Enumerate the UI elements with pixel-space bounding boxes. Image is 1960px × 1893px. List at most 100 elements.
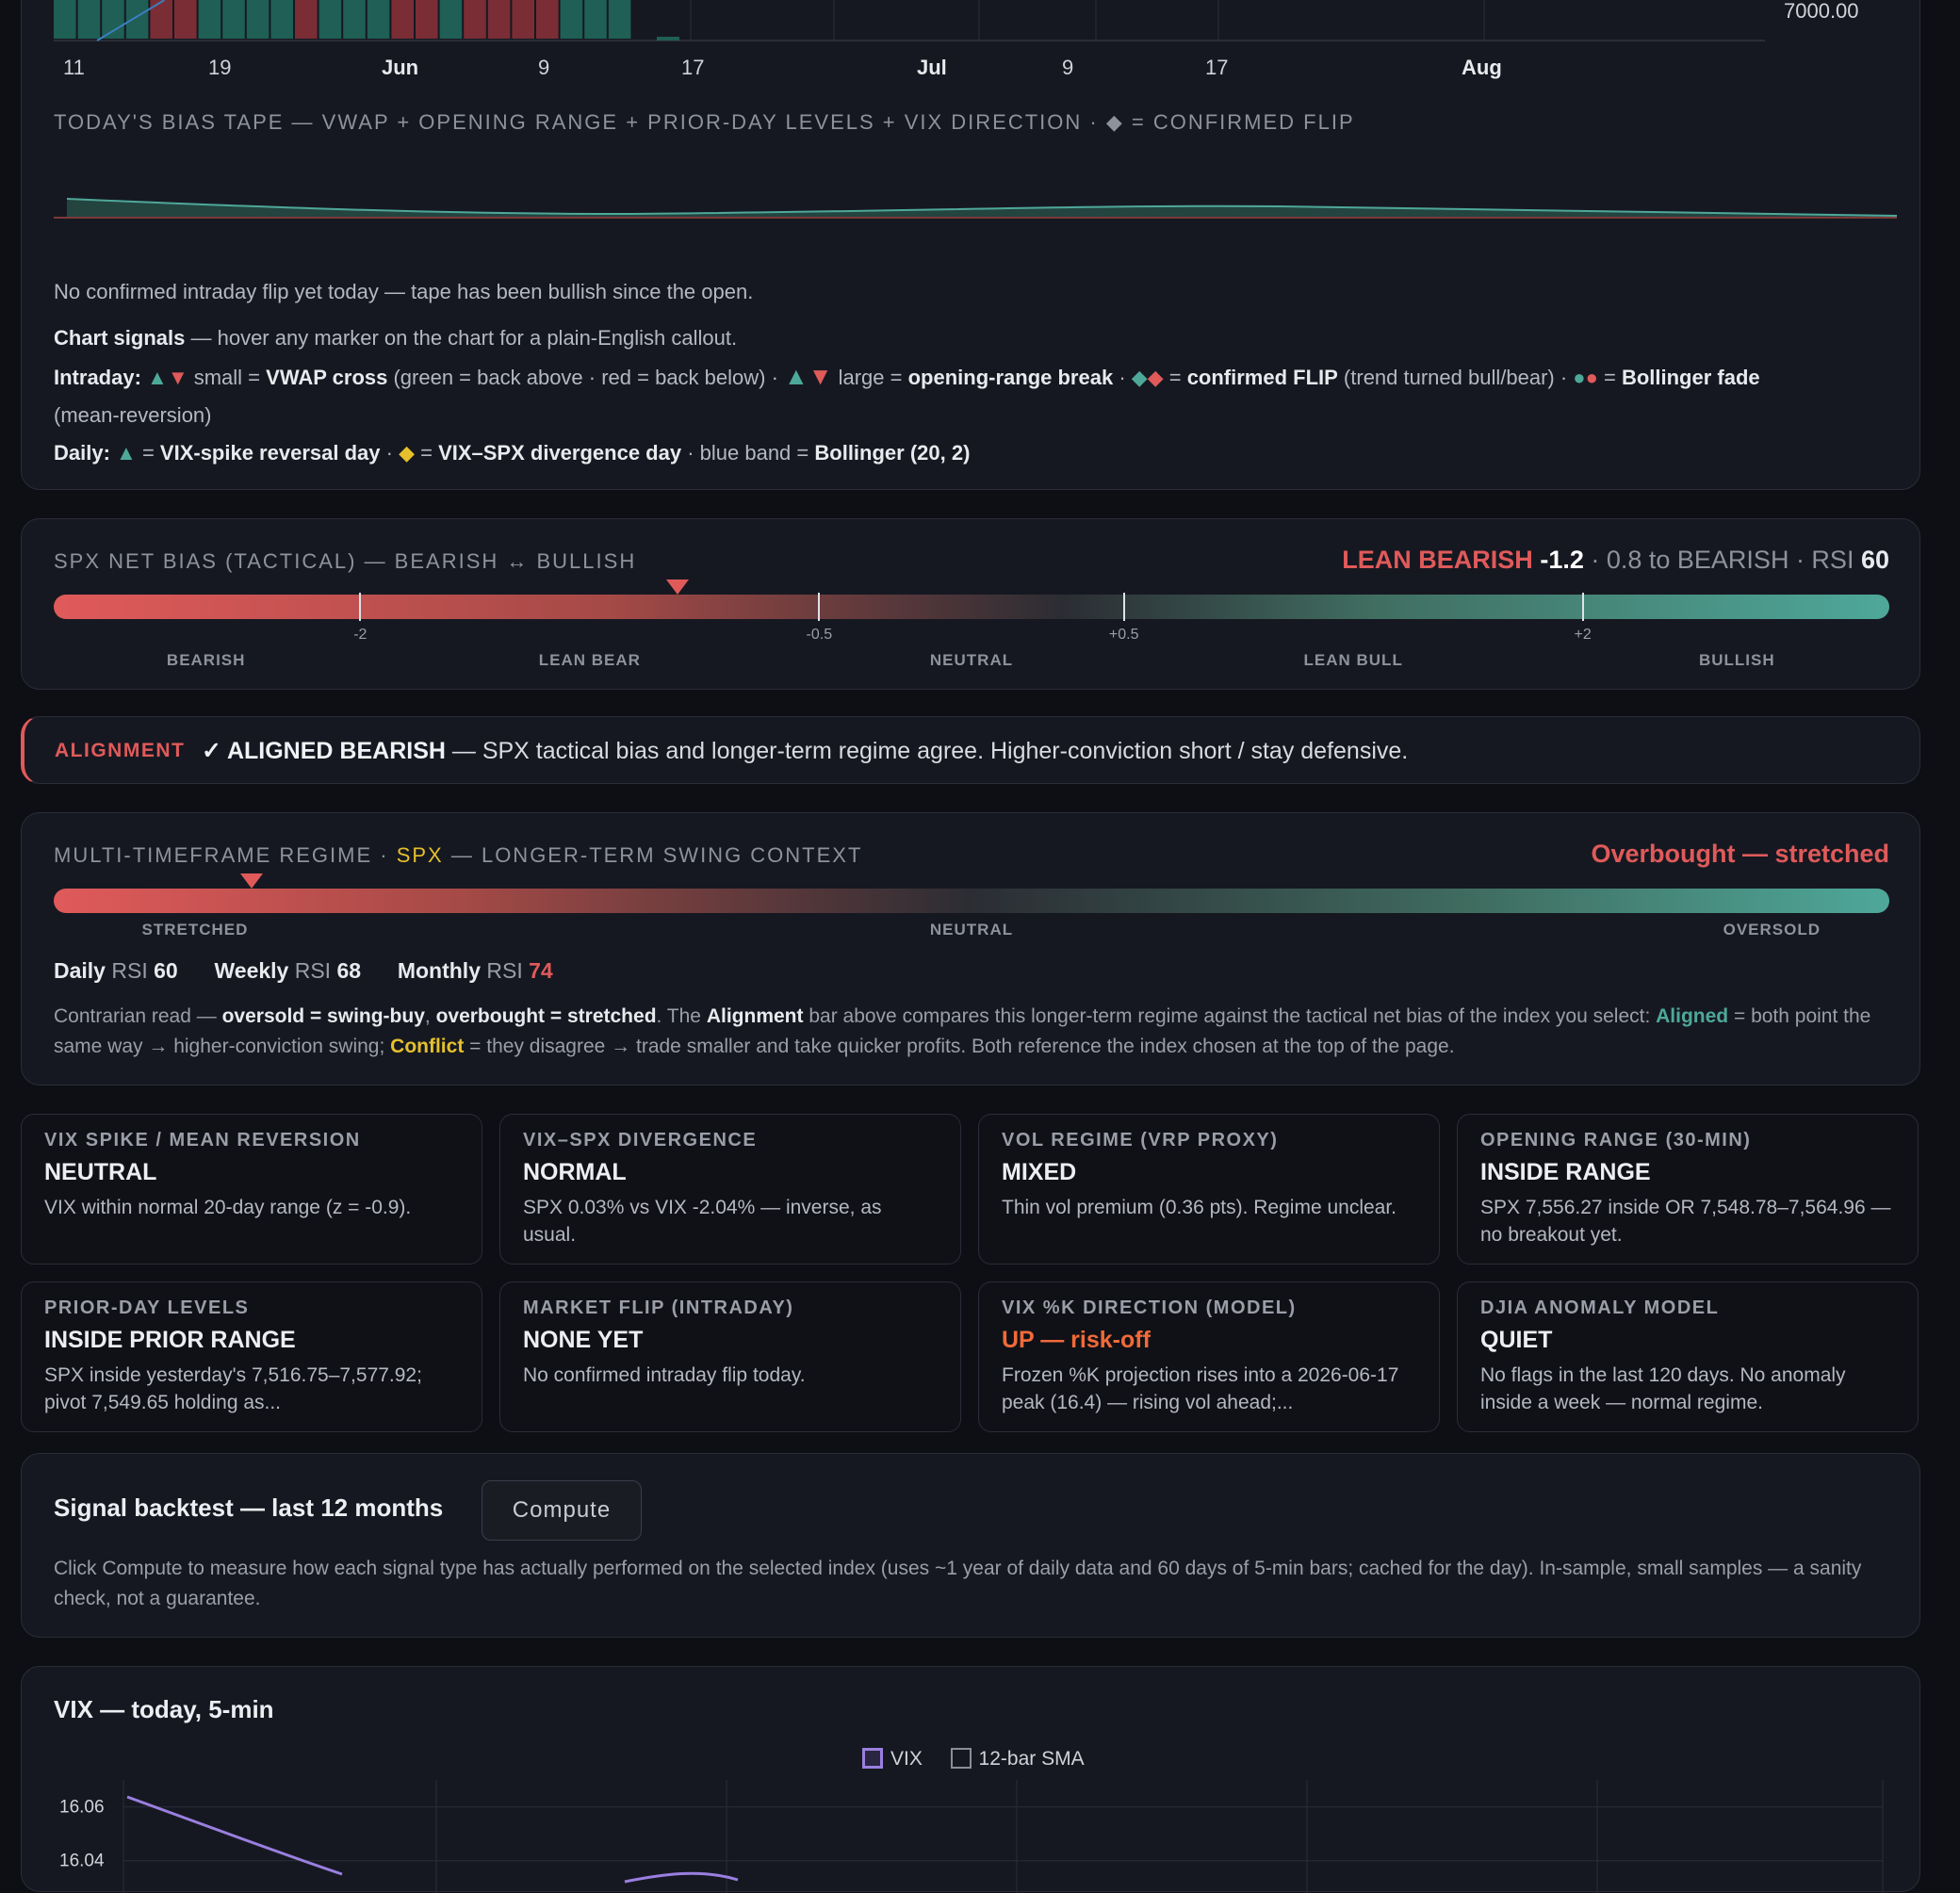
vix-chart-card: VIX — today, 5-min VIX 12-bar SMA 16.06 1… bbox=[21, 1666, 1921, 1893]
tile-description: SPX 0.03% vs VIX -2.04% — inverse, as us… bbox=[523, 1197, 882, 1246]
vix-series-line bbox=[126, 1795, 739, 1884]
regime-gradient-bar bbox=[54, 889, 1889, 913]
price-bar bbox=[54, 0, 76, 39]
tile-title: DJIA ANOMALY MODEL bbox=[1480, 1297, 1720, 1318]
regime-description: Contrarian read — oversold = swing-buy, … bbox=[54, 1005, 1871, 1057]
tile-description: Thin vol premium (0.36 pts). Regime uncl… bbox=[1002, 1197, 1397, 1218]
vix-line-chart[interactable]: 16.0616.04 bbox=[22, 1780, 1921, 1893]
price-chart-panel: 7000.00 11 19 Jun 9 17 Jul 9 17 Aug TODAY'S BIAS… bbox=[21, 0, 1920, 490]
price-bar bbox=[77, 0, 101, 39]
price-bar bbox=[246, 0, 270, 39]
net-bias-marker bbox=[666, 579, 690, 595]
signal-tile[interactable]: DJIA ANOMALY MODEL QUIET No flags in the l… bbox=[1457, 1281, 1919, 1432]
tile-description: SPX 7,556.27 inside OR 7,548.78–7,564.96… bbox=[1480, 1197, 1891, 1246]
bias-tick-mark bbox=[359, 593, 362, 621]
legend-intraday: Intraday: ▲▼ small = VWAP cross (green =… bbox=[54, 362, 1760, 390]
price-bar bbox=[416, 0, 438, 39]
price-bar bbox=[198, 0, 221, 39]
tile-title: MARKET FLIP (INTRADAY) bbox=[523, 1297, 794, 1318]
regime-marker bbox=[240, 873, 264, 889]
tile-status: INSIDE RANGE bbox=[1480, 1159, 1651, 1185]
regime-zone-label: OVERSOLD bbox=[1723, 921, 1821, 938]
x-tick: 17 bbox=[681, 56, 705, 79]
bias-tick-mark bbox=[1581, 593, 1584, 621]
price-bar bbox=[367, 0, 390, 39]
regime-zone-label: STRETCHED bbox=[141, 921, 249, 938]
y-axis-label: 7000.00 bbox=[1784, 0, 1859, 23]
tile-title: OPENING RANGE (30-MIN) bbox=[1480, 1130, 1752, 1150]
alignment-label: ALIGNMENT bbox=[55, 740, 186, 761]
bias-tick-label: -2 bbox=[353, 627, 368, 643]
legend-vix[interactable]: VIX bbox=[862, 1748, 923, 1770]
bias-tick-label: -0.5 bbox=[806, 627, 833, 643]
bias-zone-label: NEUTRAL bbox=[929, 651, 1014, 669]
tile-status: NONE YET bbox=[523, 1327, 644, 1353]
signal-legend: Chart signals — hover any marker on the … bbox=[54, 319, 1891, 472]
tile-description: No flags in the last 120 days. No anomal… bbox=[1480, 1364, 1846, 1413]
bias-tape-title: TODAY'S BIAS TAPE — VWAP + OPENING RANGE… bbox=[54, 110, 1355, 134]
tile-title: VOL REGIME (VRP PROXY) bbox=[1002, 1130, 1279, 1150]
price-chart bbox=[54, 0, 1765, 41]
net-bias-card: SPX NET BIAS (TACTICAL) — BEARISH ↔ BULL… bbox=[21, 518, 1920, 690]
backtest-card: Signal backtest — last 12 months Compute… bbox=[21, 1453, 1920, 1638]
legend-sma[interactable]: 12-bar SMA bbox=[950, 1748, 1085, 1770]
price-bar bbox=[487, 0, 511, 39]
bias-tape-chart[interactable] bbox=[54, 180, 1901, 237]
price-bar bbox=[318, 0, 342, 39]
bias-tick-mark bbox=[818, 593, 821, 621]
price-bar bbox=[560, 0, 583, 39]
net-bias-gradient-bar bbox=[54, 595, 1889, 619]
legend-chart-signals: Chart signals — hover any marker on the … bbox=[54, 326, 738, 350]
tile-title: VIX SPIKE / MEAN REVERSION bbox=[44, 1130, 361, 1150]
regime-index: SPX bbox=[396, 843, 444, 867]
tile-status: MIXED bbox=[1002, 1159, 1077, 1185]
tile-description: No confirmed intraday flip today. bbox=[523, 1364, 806, 1386]
price-bar bbox=[270, 0, 293, 39]
signal-tile[interactable]: PRIOR-DAY LEVELS INSIDE PRIOR RANGE SPX in… bbox=[21, 1281, 482, 1432]
bias-zone-label: LEAN BULL bbox=[1303, 651, 1403, 669]
price-bar bbox=[222, 0, 245, 39]
compute-button[interactable]: Compute bbox=[482, 1480, 642, 1541]
signal-tile[interactable]: OPENING RANGE (30-MIN) INSIDE RANGE SPX 7,… bbox=[1457, 1114, 1919, 1265]
price-bar bbox=[295, 0, 318, 39]
vix-chart-title: VIX — today, 5-min bbox=[54, 1695, 274, 1723]
x-tick: 9 bbox=[1062, 56, 1074, 79]
bias-zone-label: BULLISH bbox=[1698, 651, 1775, 669]
x-tick: 9 bbox=[538, 56, 550, 79]
price-bar bbox=[102, 0, 124, 39]
x-tick: Jun bbox=[382, 56, 419, 79]
bias-zone-label: BEARISH bbox=[166, 651, 246, 669]
signal-tile[interactable]: MARKET FLIP (INTRADAY) NONE YET No confirm… bbox=[499, 1281, 961, 1432]
regime-status: Overbought — stretched bbox=[1591, 840, 1889, 868]
tile-description: Frozen %K projection rises into a 2026-0… bbox=[1002, 1364, 1399, 1413]
signal-tile[interactable]: VIX %K DIRECTION (MODEL) UP — risk-off Fro… bbox=[978, 1281, 1440, 1432]
legend-mean-reversion: (mean-reversion) bbox=[54, 403, 212, 427]
signal-tile[interactable]: VIX–SPX DIVERGENCE NORMAL SPX 0.03% vs VIX… bbox=[499, 1114, 961, 1265]
net-bias-rsi: 60 bbox=[1860, 546, 1889, 574]
regime-zone-label: NEUTRAL bbox=[929, 921, 1014, 938]
tile-title: VIX %K DIRECTION (MODEL) bbox=[1002, 1297, 1297, 1318]
price-bar bbox=[464, 0, 486, 39]
regime-title: MULTI-TIMEFRAME REGIME · SPX — LONGER-TE… bbox=[54, 843, 863, 867]
backtest-title: Signal backtest — last 12 months bbox=[54, 1493, 444, 1522]
x-tick: 11 bbox=[63, 56, 85, 79]
bias-tick-label: +0.5 bbox=[1108, 627, 1139, 643]
signal-tile[interactable]: VOL REGIME (VRP PROXY) MIXED Thin vol prem… bbox=[978, 1114, 1440, 1265]
price-bar bbox=[536, 0, 559, 39]
regime-card: MULTI-TIMEFRAME REGIME · SPX — LONGER-TE… bbox=[21, 812, 1920, 1085]
x-tick: Aug bbox=[1462, 56, 1502, 79]
tile-description: VIX within normal 20-day range (z = -0.9… bbox=[44, 1197, 412, 1218]
price-bar bbox=[608, 0, 631, 39]
alignment-text: ✓ ALIGNED BEARISH — SPX tactical bias an… bbox=[202, 738, 1409, 764]
vix-y-tick: 16.06 bbox=[59, 1798, 105, 1818]
tile-status: NEUTRAL bbox=[44, 1159, 157, 1185]
tile-status: NORMAL bbox=[523, 1159, 627, 1185]
net-bias-label: LEAN BEARISH bbox=[1342, 546, 1533, 574]
net-bias-readout: LEAN BEARISH -1.2 · 0.8 to BEARISH · RSI… bbox=[1342, 546, 1889, 574]
bias-zone-label: LEAN BEAR bbox=[538, 651, 641, 669]
backtest-description: Click Compute to measure how each signal… bbox=[54, 1558, 1862, 1609]
price-bar bbox=[174, 0, 197, 39]
price-bar bbox=[343, 0, 366, 39]
sma-swatch bbox=[950, 1748, 972, 1769]
signal-tile[interactable]: VIX SPIKE / MEAN REVERSION NEUTRAL VIX wit… bbox=[21, 1114, 482, 1265]
